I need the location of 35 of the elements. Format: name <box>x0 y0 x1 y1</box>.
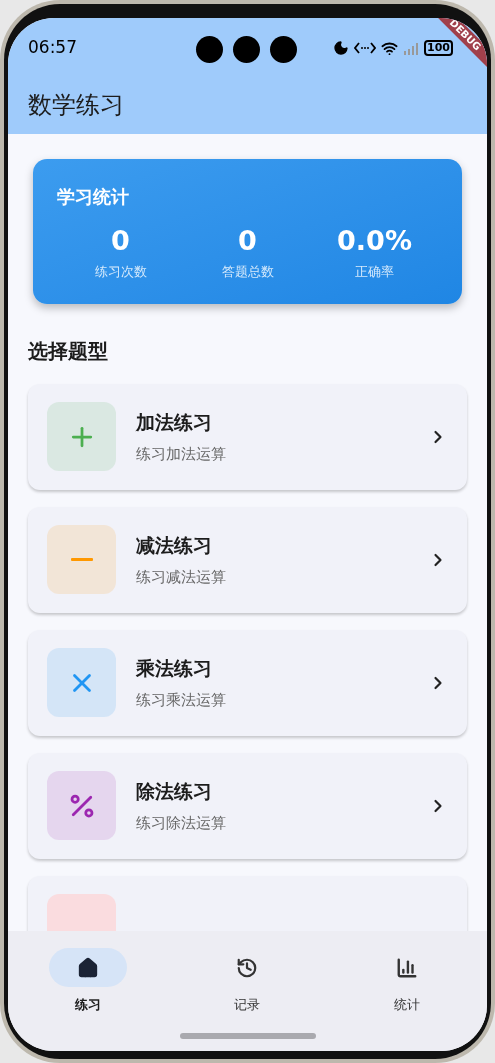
camera-icon <box>270 36 297 63</box>
camera-icon <box>196 36 223 63</box>
section-title: 选择题型 <box>28 337 109 365</box>
nav-tab[interactable]: 练习 <box>8 948 168 1015</box>
battery-indicator: 100 <box>424 40 453 56</box>
practice-card[interactable]: 除法练习 练习除法运算 <box>28 752 467 859</box>
app-title: 数学练习 <box>28 90 124 121</box>
stats-title: 学习统计 <box>57 185 130 209</box>
history-icon <box>236 956 259 979</box>
practice-subtitle: 练习加法运算 <box>136 443 226 465</box>
stat-value: 0 <box>238 224 257 258</box>
practice-title: 加法练习 <box>136 410 213 435</box>
code-icon <box>354 42 377 54</box>
practice-title: 乘法练习 <box>136 656 213 681</box>
practice-card[interactable]: 减法练习 练习减法运算 <box>28 506 467 613</box>
practice-subtitle: 练习除法运算 <box>136 812 226 834</box>
nav-tab[interactable]: 统计 <box>327 948 487 1015</box>
signal-icon <box>403 41 420 55</box>
moon-icon <box>333 40 350 56</box>
nav-tab[interactable]: 记录 <box>167 948 328 1015</box>
stat-label: 正确率 <box>355 263 394 281</box>
practice-subtitle: 练习乘法运算 <box>136 689 226 711</box>
status-time: 06:57 <box>28 36 77 60</box>
practice-title: 除法练习 <box>136 779 213 804</box>
practice-card[interactable]: 加法练习 练习加法运算 <box>28 383 467 490</box>
stat-label: 练习次数 <box>94 263 147 281</box>
home-icon <box>76 956 99 979</box>
practice-subtitle: 练习减法运算 <box>136 566 226 588</box>
stat-value: 0 <box>111 224 130 258</box>
practice-card[interactable]: 乘法练习 练习乘法运算 <box>28 629 467 736</box>
camera-icon <box>233 36 260 63</box>
practice-title: 减法练习 <box>136 533 213 558</box>
stat-value: 0.0% <box>337 224 412 258</box>
bar-chart-icon <box>396 956 419 979</box>
stat-label: 答题总数 <box>221 263 274 281</box>
